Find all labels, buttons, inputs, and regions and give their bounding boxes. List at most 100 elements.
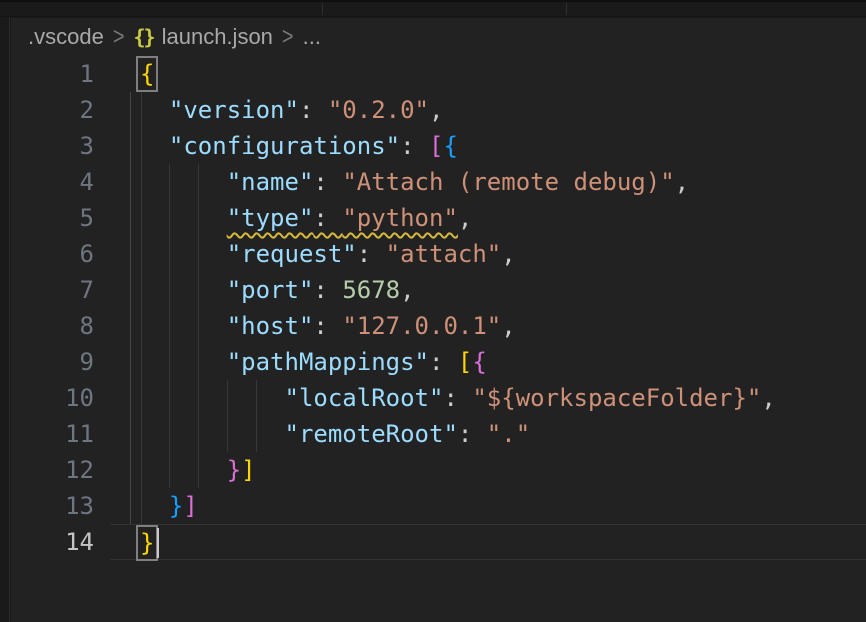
indent-guide bbox=[141, 236, 142, 272]
code-token: : bbox=[299, 96, 328, 124]
code-line[interactable]: 5 "type": "python", bbox=[11, 200, 866, 236]
code-line[interactable]: 12 }] bbox=[11, 452, 866, 488]
indent-guide bbox=[256, 380, 257, 416]
code-token: 5678 bbox=[342, 276, 400, 304]
code-token: "request" bbox=[227, 240, 357, 268]
code-token: "configurations" bbox=[169, 132, 400, 160]
code-token: , bbox=[761, 384, 775, 412]
code-line[interactable]: 10 "localRoot": "${workspaceFolder}", bbox=[11, 380, 866, 416]
breadcrumb-symbol-ellipsis[interactable]: ... bbox=[303, 24, 321, 50]
code-token: ] bbox=[241, 456, 255, 484]
code-token: , bbox=[675, 168, 689, 196]
line-content[interactable]: "localRoot": "${workspaceFolder}", bbox=[110, 380, 866, 416]
code-line[interactable]: 9 "pathMappings": [{ bbox=[11, 344, 866, 380]
code-token: , bbox=[400, 276, 414, 304]
line-number[interactable]: 3 bbox=[11, 128, 110, 164]
line-number[interactable]: 6 bbox=[11, 236, 110, 272]
line-number[interactable]: 12 bbox=[11, 452, 110, 488]
indent-guide bbox=[141, 452, 142, 488]
code-token bbox=[140, 348, 227, 376]
line-content[interactable]: "remoteRoot": "." bbox=[110, 416, 866, 452]
line-number[interactable]: 4 bbox=[11, 164, 110, 200]
code-token: : bbox=[443, 384, 472, 412]
code-token: : bbox=[313, 204, 342, 232]
code-line[interactable]: 14} bbox=[11, 524, 866, 560]
bracket-pair-guide bbox=[130, 128, 131, 164]
indent-guide bbox=[141, 272, 142, 308]
code-token: ] bbox=[183, 492, 197, 520]
indent-guide bbox=[169, 416, 170, 452]
line-number[interactable]: 7 bbox=[11, 272, 110, 308]
code-token bbox=[140, 276, 227, 304]
bracket-pair-guide bbox=[130, 200, 131, 236]
code-area[interactable]: 1{2 "version": "0.2.0",3 "configurations… bbox=[11, 56, 866, 560]
code-token bbox=[140, 384, 285, 412]
code-line[interactable]: 13 }] bbox=[11, 488, 866, 524]
code-token: : bbox=[458, 420, 487, 448]
indent-guide bbox=[169, 272, 170, 308]
bracket-pair-guide bbox=[130, 308, 131, 344]
code-token: [ bbox=[429, 132, 443, 160]
bracket-pair-guide bbox=[130, 92, 131, 128]
line-content[interactable]: { bbox=[110, 56, 866, 92]
indent-guide bbox=[141, 200, 142, 236]
indent-guide bbox=[198, 200, 199, 236]
line-number[interactable]: 5 bbox=[11, 200, 110, 236]
chevron-right-icon: > bbox=[113, 23, 125, 52]
line-number[interactable]: 8 bbox=[11, 308, 110, 344]
code-token: : bbox=[313, 168, 342, 196]
line-content[interactable]: } bbox=[110, 524, 866, 560]
bracket-pair-guide bbox=[130, 488, 131, 524]
line-number[interactable]: 14 bbox=[11, 524, 110, 560]
indent-guide bbox=[198, 380, 199, 416]
code-token bbox=[140, 456, 227, 484]
code-line[interactable]: 11 "remoteRoot": "." bbox=[11, 416, 866, 452]
line-number[interactable]: 9 bbox=[11, 344, 110, 380]
line-content[interactable]: "type": "python", bbox=[110, 200, 866, 236]
code-token: "version" bbox=[169, 96, 299, 124]
indent-guide bbox=[227, 416, 228, 452]
code-token: { bbox=[472, 348, 486, 376]
code-line[interactable]: 8 "host": "127.0.0.1", bbox=[11, 308, 866, 344]
bracket-pair-guide bbox=[130, 236, 131, 272]
code-token: "port" bbox=[227, 276, 314, 304]
code-token: "remoteRoot" bbox=[285, 420, 458, 448]
bracket-pair-guide bbox=[130, 380, 131, 416]
line-content[interactable]: "pathMappings": [{ bbox=[110, 344, 866, 380]
line-content[interactable]: }] bbox=[110, 488, 866, 524]
indent-guide bbox=[169, 236, 170, 272]
line-number[interactable]: 10 bbox=[11, 380, 110, 416]
line-number[interactable]: 1 bbox=[11, 56, 110, 92]
code-line[interactable]: 1{ bbox=[11, 56, 866, 92]
code-line[interactable]: 2 "version": "0.2.0", bbox=[11, 92, 866, 128]
line-content[interactable]: "port": 5678, bbox=[110, 272, 866, 308]
indent-guide bbox=[141, 488, 142, 524]
line-number[interactable]: 13 bbox=[11, 488, 110, 524]
tab-bar[interactable] bbox=[0, 2, 866, 17]
line-content[interactable]: "name": "Attach (remote debug)", bbox=[110, 164, 866, 200]
line-content[interactable]: "host": "127.0.0.1", bbox=[110, 308, 866, 344]
line-content[interactable]: "configurations": [{ bbox=[110, 128, 866, 164]
code-line[interactable]: 7 "port": 5678, bbox=[11, 272, 866, 308]
indent-guide bbox=[141, 308, 142, 344]
window-left-edge bbox=[0, 17, 10, 622]
tab-divider bbox=[322, 3, 323, 15]
line-content[interactable]: }] bbox=[110, 452, 866, 488]
code-token: "attach" bbox=[386, 240, 502, 268]
code-line[interactable]: 6 "request": "attach", bbox=[11, 236, 866, 272]
breadcrumb-file[interactable]: launch.json bbox=[162, 24, 273, 50]
code-token: , bbox=[458, 204, 472, 232]
line-number[interactable]: 2 bbox=[11, 92, 110, 128]
line-number[interactable]: 11 bbox=[11, 416, 110, 452]
indent-guide bbox=[169, 344, 170, 380]
code-line[interactable]: 4 "name": "Attach (remote debug)", bbox=[11, 164, 866, 200]
indent-guide bbox=[198, 272, 199, 308]
line-content[interactable]: "request": "attach", bbox=[110, 236, 866, 272]
tab-divider bbox=[566, 3, 567, 15]
bracket-match-highlight: { bbox=[140, 60, 154, 88]
indent-guide bbox=[198, 452, 199, 488]
code-line[interactable]: 3 "configurations": [{ bbox=[11, 128, 866, 164]
indent-guide bbox=[169, 200, 170, 236]
breadcrumb-folder[interactable]: .vscode bbox=[28, 24, 104, 50]
line-content[interactable]: "version": "0.2.0", bbox=[110, 92, 866, 128]
